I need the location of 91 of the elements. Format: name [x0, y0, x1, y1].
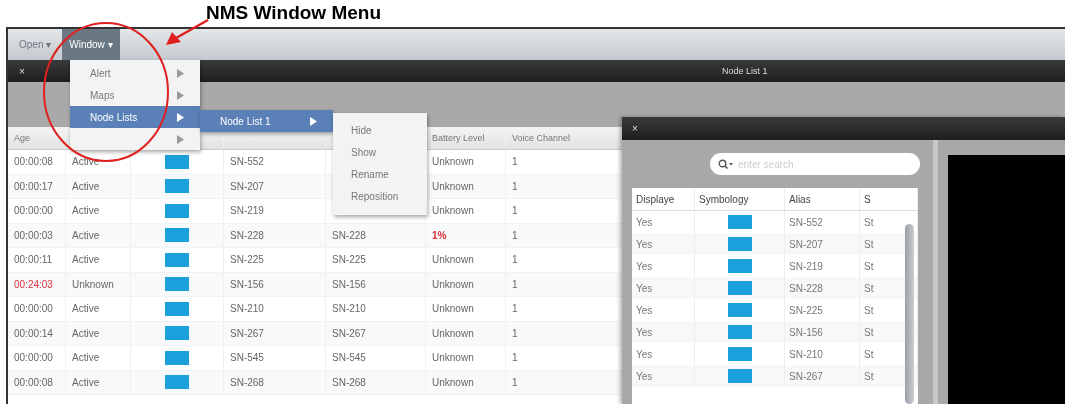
column-header: Displaye [632, 188, 695, 210]
menu-item[interactable]: Node Lists [70, 106, 200, 128]
status-cell: Active [66, 248, 131, 272]
alias-cell: SN-545 [326, 346, 426, 370]
menu-item[interactable]: Hide [333, 119, 427, 141]
close-button[interactable]: × [628, 121, 642, 136]
symbol-icon [727, 237, 752, 251]
age-cell: 00:00:08 [8, 150, 66, 174]
status-cell: Active [66, 297, 131, 321]
symbol-icon [165, 326, 189, 341]
status-cell: Active [66, 223, 131, 247]
alias-cell: SN-207 [785, 233, 860, 255]
battery-cell: Unknown [426, 248, 506, 272]
column-header: Symbology [695, 188, 785, 210]
symbol-icon [165, 277, 189, 292]
battery-cell: 1% [426, 223, 506, 247]
battery-cell: Unknown [426, 321, 506, 345]
alias-cell: SN-156 [326, 272, 426, 296]
age-cell: 00:24:03 [8, 272, 66, 296]
scrollbar[interactable] [905, 224, 914, 404]
symbol-icon [727, 369, 752, 383]
alias-cell: SN-267 [785, 365, 860, 387]
battery-cell: Unknown [426, 346, 506, 370]
age-cell: 00:00:11 [8, 248, 66, 272]
displayed-cell: Yes [632, 277, 695, 299]
symbol-icon [165, 203, 189, 218]
age-cell: 00:00:08 [8, 370, 66, 394]
symbol-icon [165, 252, 189, 267]
menu-item[interactable]: Alert [70, 62, 200, 84]
name-cell: SN-156 [224, 272, 326, 296]
alias-cell: SN-268 [326, 370, 426, 394]
name-cell: SN-268 [224, 370, 326, 394]
name-cell: SN-207 [224, 174, 326, 198]
symbol-icon [727, 259, 752, 273]
annotation-label: NMS Window Menu [206, 2, 382, 24]
symbol-icon [165, 301, 189, 316]
battery-cell: Unknown [426, 297, 506, 321]
symbol-icon [165, 154, 189, 169]
alias-cell: SN-267 [326, 321, 426, 345]
age-cell: 00:00:14 [8, 321, 66, 345]
symbol-icon [727, 281, 752, 295]
battery-cell: Unknown [426, 370, 506, 394]
search-icon [718, 159, 734, 169]
menu-item[interactable]: Reposition [333, 185, 427, 207]
status-cell: Unknown [66, 272, 131, 296]
column-header: Age [8, 127, 66, 149]
alias-cell: SN-225 [326, 248, 426, 272]
symbol-icon [727, 347, 752, 361]
column-header: Alias [785, 188, 860, 210]
alias-cell: SN-228 [326, 223, 426, 247]
symbol-icon [165, 350, 189, 365]
annotation-arrow [166, 18, 209, 45]
symbol-icon [727, 215, 752, 229]
name-cell: SN-210 [224, 297, 326, 321]
menu-item[interactable]: Rename [333, 163, 427, 185]
menu-button[interactable]: Open ▾ [12, 29, 59, 60]
status-cell: Active [66, 174, 131, 198]
age-cell: 00:00:00 [8, 199, 66, 223]
name-cell: SN-545 [224, 346, 326, 370]
symbol-icon [165, 375, 189, 390]
window-title: Node List 1 [722, 66, 768, 76]
displayed-cell: Yes [632, 233, 695, 255]
symbol-icon [727, 325, 752, 339]
status-cell: Active [66, 199, 131, 223]
status-cell: Active [66, 370, 131, 394]
status-cell: Active [66, 321, 131, 345]
age-cell: 00:00:00 [8, 297, 66, 321]
symbol-icon [165, 228, 189, 243]
displayed-cell: Yes [632, 365, 695, 387]
age-cell: 00:00:03 [8, 223, 66, 247]
symbol-icon [727, 303, 752, 317]
menu-button[interactable]: Window ▾ [62, 29, 120, 60]
alias-cell: SN-228 [785, 277, 860, 299]
menu-item[interactable]: Maps [70, 84, 200, 106]
name-cell: SN-219 [224, 199, 326, 223]
name-cell: SN-225 [224, 248, 326, 272]
age-cell: 00:00:17 [8, 174, 66, 198]
column-header: S [860, 188, 918, 210]
menu-item[interactable]: Show [333, 141, 427, 163]
status-cell: Active [66, 346, 131, 370]
name-cell: SN-267 [224, 321, 326, 345]
close-button[interactable]: × [14, 64, 30, 78]
alias-cell: SN-210 [326, 297, 426, 321]
symbol-icon [165, 179, 189, 194]
alias-cell: SN-156 [785, 321, 860, 343]
battery-cell: Unknown [426, 272, 506, 296]
name-cell: SN-228 [224, 223, 326, 247]
name-cell: SN-552 [224, 150, 326, 174]
menu-item[interactable]: Node List 1 [200, 110, 333, 132]
age-cell: 00:00:00 [8, 346, 66, 370]
displayed-cell: Yes [632, 321, 695, 343]
